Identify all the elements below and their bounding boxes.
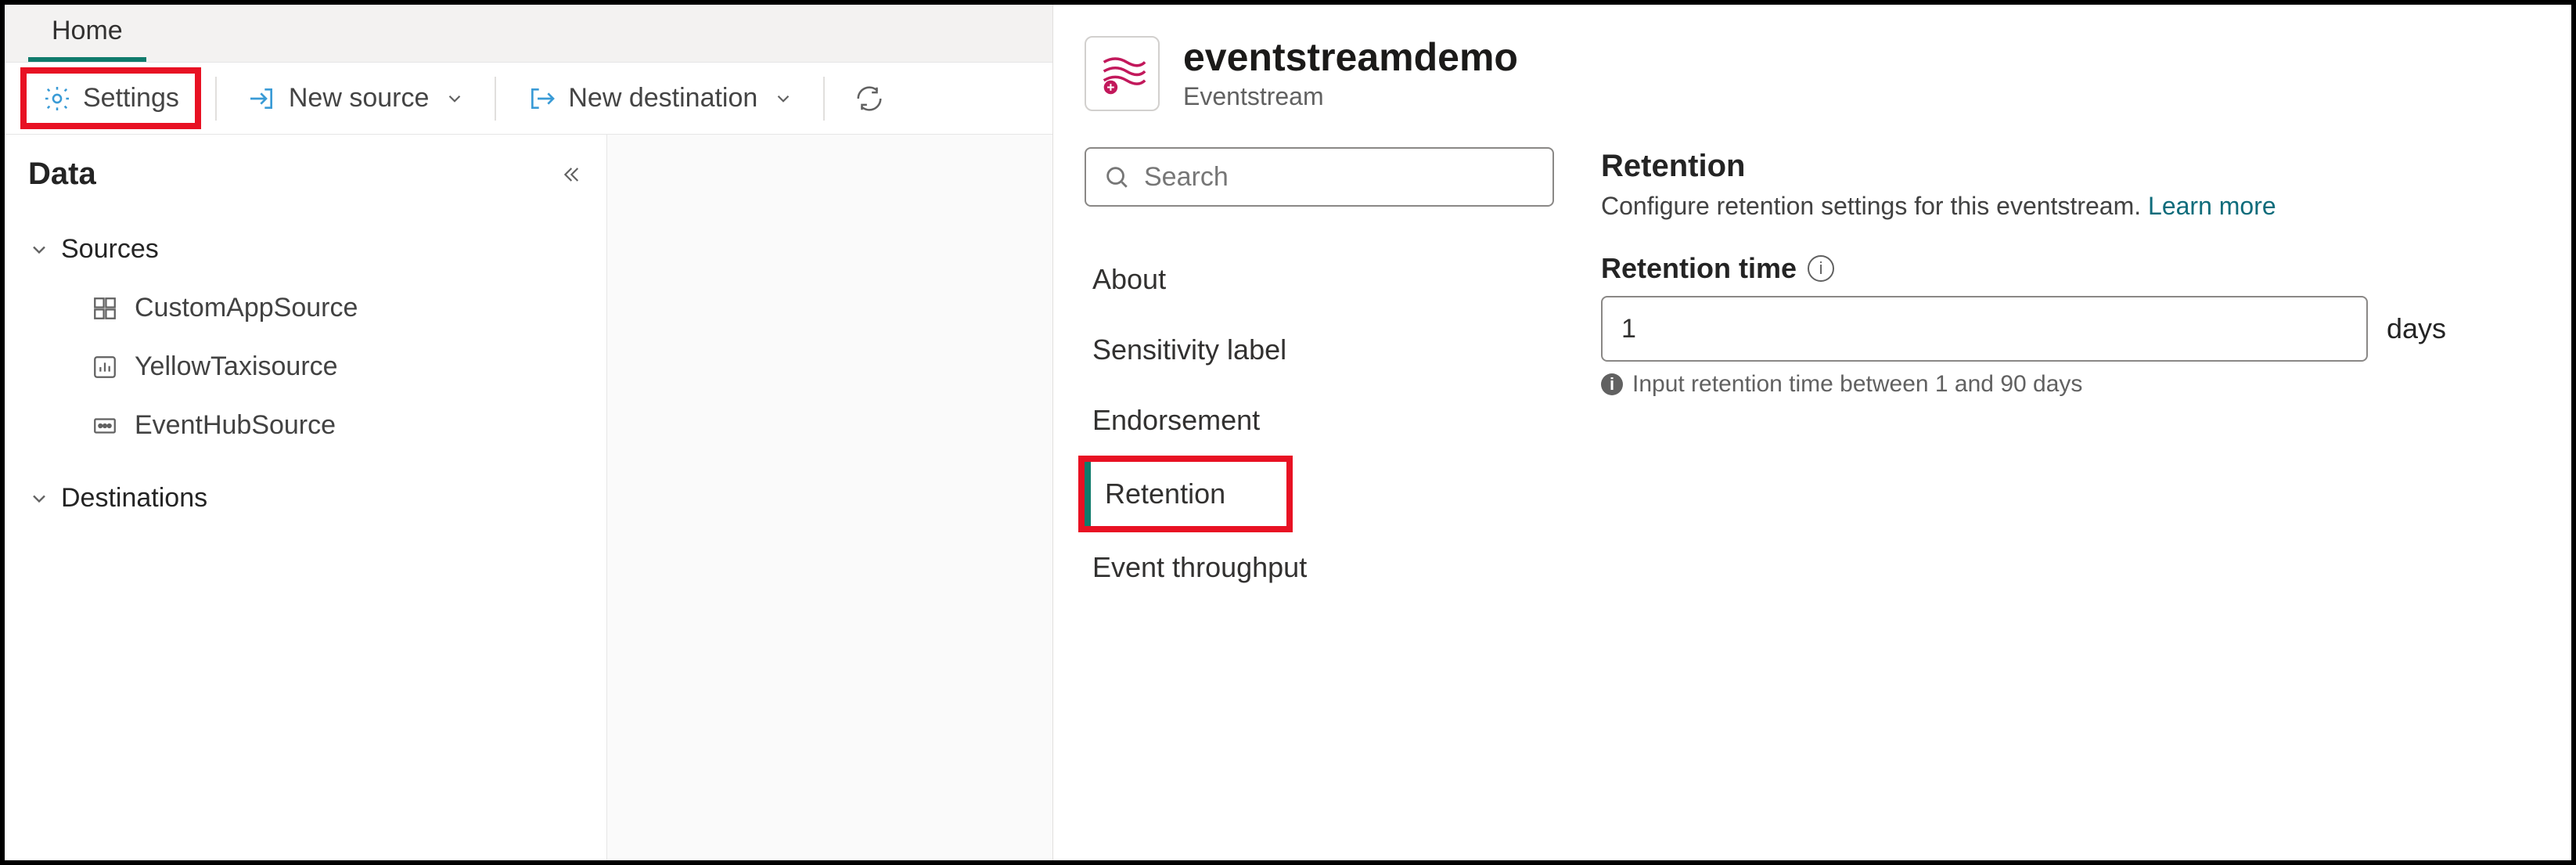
toolbar-separator: [495, 77, 496, 121]
nav-retention[interactable]: Retention: [1085, 462, 1286, 526]
new-source-label: New source: [289, 83, 430, 114]
section-description-text: Configure retention settings for this ev…: [1601, 192, 2141, 220]
info-solid-icon: i: [1601, 373, 1623, 395]
retention-hint: i Input retention time between 1 and 90 …: [1601, 371, 2524, 398]
chevron-down-icon: [28, 239, 50, 261]
tab-home[interactable]: Home: [28, 5, 146, 62]
source-item-eventhubsource[interactable]: EventHubSource: [28, 396, 583, 455]
settings-panel: eventstreamdemo Eventstream About Sensit…: [1053, 5, 2571, 860]
panel-title-block: eventstreamdemo Eventstream: [1183, 36, 1518, 111]
main-app-area: Home Settings New source: [5, 5, 1053, 860]
toolbar-separator: [215, 77, 217, 121]
nav-throughput[interactable]: Event throughput: [1085, 532, 1554, 603]
settings-label: Settings: [83, 83, 179, 114]
toolbar: Settings New source New destination: [5, 63, 1052, 135]
chevron-down-icon: [444, 88, 465, 109]
sources-label: Sources: [61, 234, 159, 265]
new-destination-label: New destination: [568, 83, 757, 114]
retention-time-label: Retention time: [1601, 252, 1797, 285]
search-input[interactable]: [1144, 162, 1535, 193]
toolbar-separator: [823, 77, 825, 121]
retention-input-row: days: [1601, 296, 2524, 362]
eventstream-icon: [1085, 36, 1160, 111]
settings-button-highlight: Settings: [20, 67, 201, 129]
refresh-button[interactable]: [839, 76, 887, 121]
canvas-area[interactable]: [607, 135, 1052, 860]
new-source-button[interactable]: New source: [231, 75, 481, 122]
refresh-icon: [854, 84, 884, 114]
section-title: Retention: [1601, 149, 2524, 184]
panel-body: About Sensitivity label Endorsement Rete…: [1085, 147, 2524, 829]
tab-bar: Home: [5, 5, 1052, 63]
destinations-group: Destinations: [28, 469, 583, 528]
source-item-customappsource[interactable]: CustomAppSource: [28, 279, 583, 337]
retention-nav-highlight: Retention: [1078, 456, 1293, 532]
source-item-label: CustomAppSource: [135, 293, 358, 323]
collapse-pane-button[interactable]: [558, 162, 583, 187]
source-item-label: YellowTaxisource: [135, 351, 338, 382]
destinations-label: Destinations: [61, 483, 207, 514]
nav-about[interactable]: About: [1085, 244, 1554, 315]
destination-arrow-icon: [526, 83, 557, 114]
data-pane: Data Sources CustomAppSource: [5, 135, 607, 860]
retention-unit: days: [2387, 312, 2446, 345]
section-description: Configure retention settings for this ev…: [1601, 192, 2524, 221]
settings-nav: About Sensitivity label Endorsement Rete…: [1085, 147, 1554, 829]
sources-group-header[interactable]: Sources: [28, 220, 583, 279]
retention-hint-text: Input retention time between 1 and 90 da…: [1632, 371, 2082, 398]
search-icon: [1103, 164, 1130, 190]
source-arrow-icon: [246, 83, 278, 114]
nav-endorsement[interactable]: Endorsement: [1085, 385, 1554, 456]
data-pane-header: Data: [28, 157, 583, 192]
retention-time-input[interactable]: [1601, 296, 2368, 362]
eventhub-icon: [91, 412, 119, 440]
retention-field-label-row: Retention time i: [1601, 252, 2524, 285]
sources-group: Sources CustomAppSource YellowTaxisource: [28, 220, 583, 455]
left-body: Data Sources CustomAppSource: [5, 135, 1052, 860]
learn-more-link[interactable]: Learn more: [2148, 192, 2276, 220]
panel-title: eventstreamdemo: [1183, 36, 1518, 79]
nav-sensitivity[interactable]: Sensitivity label: [1085, 315, 1554, 385]
retention-settings-content: Retention Configure retention settings f…: [1601, 147, 2524, 829]
settings-search[interactable]: [1085, 147, 1554, 207]
destinations-group-header[interactable]: Destinations: [28, 469, 583, 528]
gear-icon: [42, 84, 72, 114]
chart-icon: [91, 353, 119, 381]
info-icon[interactable]: i: [1808, 255, 1834, 282]
app-icon: [91, 294, 119, 323]
new-destination-button[interactable]: New destination: [510, 75, 809, 122]
source-item-yellowtaxisource[interactable]: YellowTaxisource: [28, 337, 583, 396]
chevron-down-icon: [28, 488, 50, 510]
panel-header: eventstreamdemo Eventstream: [1085, 36, 2524, 111]
panel-subtitle: Eventstream: [1183, 82, 1518, 111]
source-item-label: EventHubSource: [135, 410, 336, 441]
data-pane-title: Data: [28, 157, 96, 192]
chevron-down-icon: [773, 88, 793, 109]
settings-button[interactable]: Settings: [27, 75, 195, 121]
